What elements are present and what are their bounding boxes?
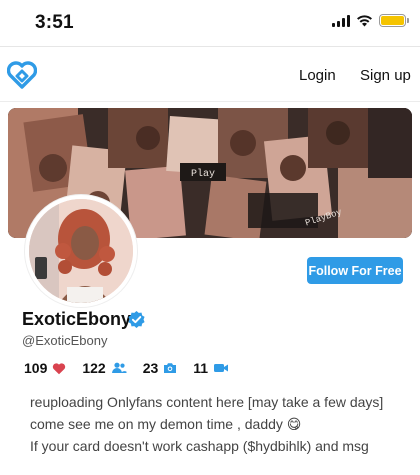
login-link[interactable]: Login	[299, 67, 336, 84]
stat-likes: 109	[24, 360, 66, 376]
status-time: 3:51	[35, 12, 74, 33]
stat-videos: 11	[193, 360, 229, 376]
verified-badge-icon	[128, 310, 145, 329]
bio-line-2: come see me on my demon time , daddy 😋	[30, 416, 302, 432]
camera-icon	[164, 363, 177, 373]
status-bar: 3:51	[0, 0, 420, 46]
profile-stats: 109 122 23 11	[24, 360, 245, 376]
bio-line-3: If your card doesn't work cashapp ($hydb…	[30, 438, 369, 454]
avatar-image	[29, 199, 133, 303]
users-icon	[111, 362, 127, 373]
signup-link[interactable]: Sign up	[360, 67, 411, 84]
profile-bio: reuploading Onlyfans content here [may t…	[30, 391, 400, 457]
display-name: ExoticEbony	[22, 309, 132, 329]
wifi-icon	[357, 15, 372, 27]
follow-button[interactable]: Follow For Free	[307, 257, 403, 284]
profile-handle: @ExoticEbony	[22, 333, 108, 348]
stat-followers: 122	[82, 360, 127, 376]
signal-icon	[332, 14, 350, 27]
stat-photos: 23	[143, 360, 178, 376]
heart-icon	[53, 362, 66, 374]
photos-count: 23	[142, 360, 159, 376]
profile-avatar[interactable]	[25, 195, 137, 307]
bio-line-1: reuploading Onlyfans content here [may t…	[30, 394, 384, 410]
battery-icon	[379, 14, 409, 27]
video-icon	[214, 364, 229, 372]
banner-tag-play: Play	[191, 168, 215, 180]
battery-fill	[381, 16, 404, 25]
site-logo-icon[interactable]	[7, 61, 37, 89]
top-navbar: Login Sign up	[0, 46, 420, 102]
status-icons	[332, 14, 409, 27]
followers-count: 122	[82, 360, 106, 376]
videos-count: 11	[193, 360, 209, 376]
likes-count: 109	[24, 360, 48, 376]
